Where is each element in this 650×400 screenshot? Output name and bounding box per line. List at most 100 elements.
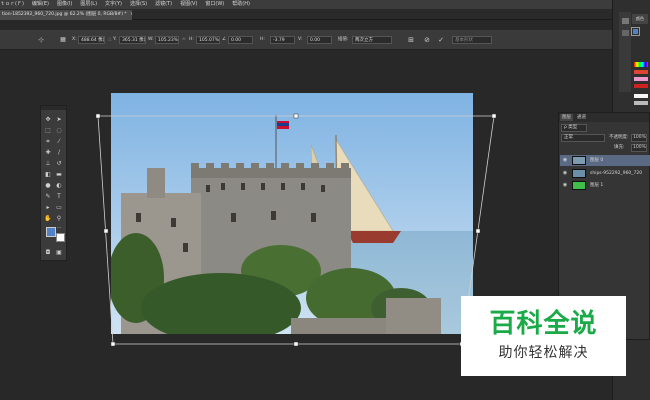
watermark-subtitle: 助你轻松解决	[498, 345, 589, 361]
history-brush-icon[interactable]: ↺	[54, 160, 64, 168]
vskew-label: V:	[298, 37, 303, 42]
document-tab-title: tion-1852392_960_720.jpg @ 62.2% (图层 0, …	[2, 12, 127, 17]
dock-fg-color	[633, 29, 638, 34]
background-color-swatch[interactable]	[56, 233, 65, 242]
visibility-eye-icon[interactable]: ◉	[562, 182, 568, 189]
fill-label: 填充:	[614, 145, 625, 150]
swatch-pink[interactable]	[634, 77, 648, 81]
menu-file[interactable]: ｔｏｒ(Ｆ)	[0, 0, 24, 9]
color-panel-icon[interactable]	[622, 18, 629, 24]
lasso-tool-icon[interactable]: ◌	[54, 127, 64, 135]
dodge-tool-icon[interactable]: ◐	[54, 182, 64, 190]
menu-image[interactable]: 图像(I)	[57, 0, 72, 9]
watermark-logo: 百科全说 助你轻松解决	[461, 296, 626, 376]
hand-tool-icon[interactable]: ✋	[43, 215, 53, 223]
zoom-tool-icon[interactable]: ⚲	[54, 215, 64, 223]
document-tab[interactable]: tion-1852392_960_720.jpg @ 62.2% (图层 0, …	[0, 10, 132, 20]
menu-layer[interactable]: 图层(L)	[80, 0, 97, 9]
blend-mode-select[interactable]: 正常	[561, 134, 605, 142]
dock-icon-strip	[619, 12, 631, 92]
spectrum-bar[interactable]	[634, 62, 648, 67]
swatch-red[interactable]	[634, 70, 648, 74]
swatches-panel-icon[interactable]	[622, 30, 629, 36]
pen-tool-icon[interactable]: ✎	[43, 193, 53, 201]
eyedropper-tool-icon[interactable]: ⁄	[54, 138, 64, 146]
swatch-dark-red[interactable]	[634, 84, 648, 88]
vskew-field[interactable]: 0.00	[307, 36, 332, 44]
layer-row[interactable]: ◉ ships-952292_960_720	[560, 168, 650, 179]
interpolation-label: 插值:	[338, 37, 349, 42]
healing-tool-icon[interactable]: ✚	[43, 149, 53, 157]
menu-window[interactable]: 窗口(W)	[205, 0, 224, 9]
path-select-icon[interactable]: ▸	[43, 204, 53, 212]
quick-mask-icon[interactable]: ◘	[43, 249, 53, 257]
gradient-tool-icon[interactable]: ▬	[54, 171, 64, 179]
layer-row[interactable]: ◉ 图层 1	[560, 180, 650, 191]
tab-channels[interactable]: 通道	[575, 114, 588, 121]
close-icon[interactable]: ×	[130, 12, 132, 17]
visibility-eye-icon[interactable]: ◉	[562, 170, 568, 177]
watermark-title: 百科全说	[489, 309, 598, 339]
crop-tool-icon[interactable]: ⌗	[43, 138, 53, 146]
layer-name: 图层 0	[590, 158, 604, 163]
warp-mode-icon[interactable]: ⊞	[406, 36, 416, 44]
w-label: W:	[148, 37, 154, 42]
layer-thumbnail	[572, 169, 586, 178]
y-field[interactable]: 365.31 像素	[119, 36, 146, 44]
layer-thumbnail	[572, 181, 586, 190]
shape-tool-icon[interactable]: ▭	[54, 204, 64, 212]
h-label: H:	[189, 37, 194, 42]
angle-field[interactable]: 0.00	[228, 36, 253, 44]
menu-view[interactable]: 视图(V)	[180, 0, 197, 9]
hskew-field[interactable]: -3.79	[270, 36, 295, 44]
type-tool-icon[interactable]: T	[54, 193, 64, 201]
menu-help[interactable]: 帮助(H)	[232, 0, 250, 9]
tab-layers[interactable]: 图层	[560, 114, 573, 121]
layer-filter-select[interactable]: ρ 类型	[561, 124, 587, 132]
arrow-tool-icon[interactable]: ➤	[54, 116, 64, 124]
rotate-icon: ∠	[222, 37, 227, 42]
fill-field[interactable]: 100%	[631, 144, 647, 152]
swatch-white[interactable]	[634, 94, 648, 98]
height-field[interactable]: 105.07%	[196, 36, 220, 44]
toolbox: ✥ ➤ ⬚ ◌ ⌗ ⁄ ✚ ∕ ⊥ ↺ ◧ ▬ ● ◐ ✎ T ▸ ▭ ✋ ⚲ …	[40, 105, 67, 261]
menu-edit[interactable]: 编辑(E)	[32, 0, 49, 9]
layer-row[interactable]: ◉ 图层 0	[560, 155, 650, 166]
menu-select[interactable]: 选择(S)	[130, 0, 147, 9]
document-canvas[interactable]	[111, 93, 473, 334]
brush-tool-icon[interactable]: ∕	[54, 149, 64, 157]
commit-transform-button[interactable]: ✓	[436, 36, 446, 44]
foreground-color-swatch[interactable]	[46, 227, 56, 237]
width-field[interactable]: 105.23%	[155, 36, 179, 44]
menu-filter[interactable]: 滤镜(T)	[155, 0, 172, 9]
workspace-select[interactable]: 基本形状	[452, 36, 492, 44]
options-bar: ⊹ ▦ X: 488.64 像素 △ Y: 365.31 像素 W: 105.2…	[0, 30, 612, 50]
layer-name: ships-952292_960_720	[590, 171, 643, 176]
reference-point-icon[interactable]: ▦	[58, 36, 68, 44]
swatch-gray[interactable]	[634, 101, 648, 105]
opacity-field[interactable]: 100%	[631, 134, 647, 142]
menu-type[interactable]: 文字(Y)	[105, 0, 122, 9]
stamp-tool-icon[interactable]: ⊥	[43, 160, 53, 168]
color-panel-tab[interactable]: 颜色	[632, 14, 648, 24]
y-label: Y:	[113, 37, 117, 42]
x-field[interactable]: 488.64 像素	[78, 36, 105, 44]
castle-photo	[111, 93, 473, 334]
hskew-label: H:	[260, 37, 265, 42]
marquee-tool-icon[interactable]: ⬚	[43, 127, 53, 135]
visibility-eye-icon[interactable]: ◉	[562, 157, 568, 164]
screen-mode-icon[interactable]: ▣	[54, 249, 64, 257]
link-icon[interactable]: △	[108, 36, 111, 44]
x-label: X:	[72, 37, 77, 42]
opacity-label: 不透明度:	[609, 135, 629, 140]
layer-name: 图层 1	[590, 183, 604, 188]
move-tool-icon[interactable]: ✥	[43, 116, 53, 124]
blur-tool-icon[interactable]: ●	[43, 182, 53, 190]
cancel-transform-button[interactable]: ⊘	[422, 36, 432, 44]
eraser-tool-icon[interactable]: ◧	[43, 171, 53, 179]
chain-icon[interactable]: ∞	[182, 36, 186, 44]
toolbox-grip[interactable]	[41, 106, 66, 110]
layer-thumbnail	[572, 156, 586, 165]
interpolation-select[interactable]: 两次立方	[352, 36, 392, 44]
tool-preset-icon[interactable]: ⊹	[36, 36, 46, 44]
